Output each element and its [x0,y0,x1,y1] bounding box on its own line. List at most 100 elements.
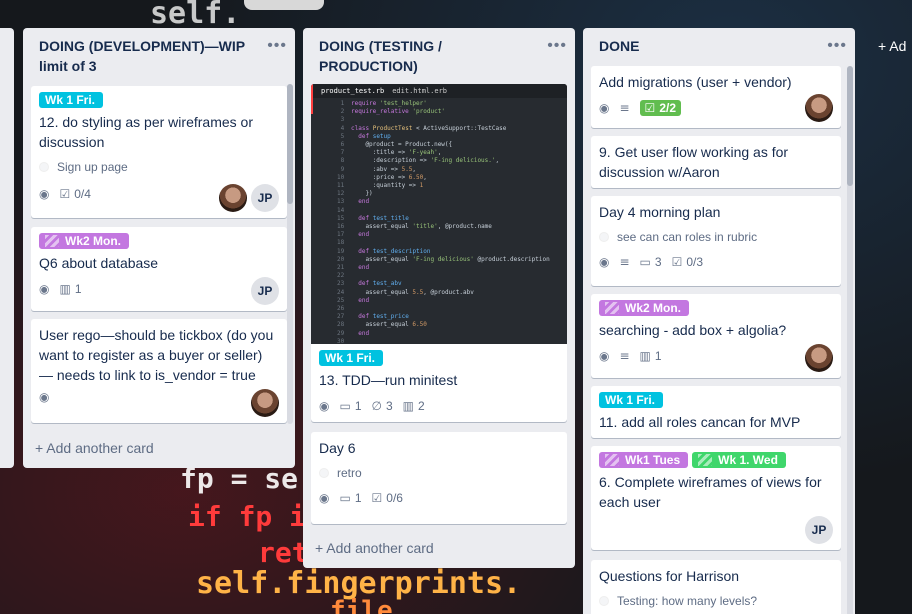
sub-dot-icon [319,468,329,478]
card[interactable]: Wk 1 Fri. 11. add all roles cancan for M… [591,386,841,438]
list-menu-icon[interactable]: ••• [827,36,847,54]
attachment-badge: ∅ 3 [372,399,393,413]
card[interactable]: Wk 1 Fri. 13. TDD—run minitest ◉ ▭ 1 ∅ 3 ▥… [311,344,567,422]
sub-dot-icon [599,596,609,606]
checklist-icon: ☑ [371,491,383,505]
card[interactable]: 9. Get user flow working as for discussi… [591,136,841,188]
list-title[interactable]: DOING (DEVELOPMENT)—WIP limit of 3 [39,36,257,76]
card-subtext: see can can roles in rubric [617,230,758,244]
comment-icon: ▭ [339,491,351,505]
card[interactable]: Day 6 retro ◉ ▭ 1 ☑ 0/6 [311,432,567,524]
label-purple[interactable]: Wk2 Mon. [39,233,129,249]
list-header: DOING (DEVELOPMENT)—WIP limit of 3 ••• [23,28,295,82]
list-menu-icon[interactable]: ••• [547,36,567,54]
card-title: 9. Get user flow working as for discussi… [599,144,789,180]
list-done[interactable]: DONE ••• Add migrations (user + vendor) … [583,28,855,614]
list-title[interactable]: DONE [599,36,817,56]
previous-list-edge[interactable] [0,28,14,468]
checklist-icon: ☑ [671,255,683,269]
watch-badge: ◉ [599,255,609,269]
bg-code-top: self. [150,0,241,31]
description-icon: ≡ [619,349,630,363]
label-cyan[interactable]: Wk 1 Fri. [39,92,104,108]
card-subtext: Sign up page [57,160,128,174]
card[interactable]: Wk1 Tues Wk 1. Wed 6. Complete wireframe… [591,446,841,550]
comment-icon: ▭ [339,399,351,413]
checklist-badge: ☑ 0/6 [372,491,403,505]
card-cover-image[interactable]: product_test.rb edit.html.erb 1 2 3 4 5 … [311,84,567,344]
checklist-count: 0/3 [686,255,704,269]
watch-badge: ◉ [39,282,49,296]
description-badge: ≡ [619,349,629,363]
checklist-count: 0/4 [74,187,91,201]
label-green[interactable]: Wk 1. Wed [692,452,786,468]
card[interactable]: Day 4 morning plan see can can roles in … [591,196,841,286]
code-tab: product_test.rb [321,87,385,95]
add-list-button[interactable]: + Ad [878,38,906,54]
list-menu-icon[interactable]: ••• [267,36,287,54]
eye-icon: ◉ [319,399,330,413]
eye-icon: ◉ [599,255,610,269]
attachment-count: 1 [74,282,82,296]
comment-icon: ▭ [639,255,651,269]
eye-icon: ◉ [599,101,610,115]
scrollbar[interactable] [847,66,853,614]
eye-icon: ◉ [599,349,610,363]
scrollbar-thumb[interactable] [287,84,293,204]
bg-code-2: if fp i [188,500,307,533]
card-title: Q6 about database [39,255,159,271]
cards-count: 1 [654,349,662,363]
add-card-button[interactable]: + Add another card [35,440,154,456]
comment-badge: ▭ 3 [640,255,662,269]
watch-badge: ◉ [39,390,49,404]
eye-icon: ◉ [39,390,50,404]
watch-badge: ◉ [599,349,609,363]
card[interactable]: Questions for Harrison Testing: how many… [591,560,841,614]
attachment-badge: ▥ 1 [59,282,81,296]
avatar-initials[interactable]: JP [805,516,833,544]
avatar[interactable] [219,184,247,212]
card[interactable]: Wk2 Mon. Q6 about database ◉ ▥ 1 JP [31,227,287,311]
add-card-button[interactable]: + Add another card [315,540,434,556]
label-purple[interactable]: Wk2 Mon. [599,300,689,316]
card-subtext: Testing: how many levels? [617,594,758,608]
list-doing-testing[interactable]: DOING (TESTING / PRODUCTION) ••• product… [303,28,575,568]
card-title: Day 6 [319,440,356,456]
checklist-badge-complete: ☑ 2/2 [639,100,681,116]
cards-badge: ▥ 2 [403,399,425,413]
scrollbar[interactable] [287,84,293,424]
avatar[interactable] [251,389,279,417]
description-badge: ≡ [619,255,629,269]
comment-count: 1 [354,399,362,413]
card[interactable]: Add migrations (user + vendor) ◉ ≡ ☑ 2/2 [591,66,841,128]
card[interactable]: Wk 1 Fri. 12. do styling as per wirefram… [31,86,287,218]
avatar-initials[interactable]: JP [251,277,279,305]
checklist-count: 2/2 [659,101,676,115]
bg-code-5: file [330,596,393,614]
attachment-count: 3 [385,399,393,413]
list-doing-development[interactable]: DOING (DEVELOPMENT)—WIP limit of 3 ••• W… [23,28,295,468]
card[interactable]: Wk2 Mon. searching - add box + algolia? … [591,294,841,378]
top-header-fragment [244,0,324,10]
avatar[interactable] [805,344,833,372]
card-title: Day 4 morning plan [599,204,721,220]
card[interactable]: User rego—should be tickbox (do you want… [31,319,287,423]
card-title: searching - add box + algolia? [599,322,787,338]
label-purple[interactable]: Wk1 Tues [599,452,689,468]
avatar[interactable] [805,94,833,122]
label-cyan[interactable]: Wk 1 Fri. [599,392,664,408]
checklist-badge: ☑ 0/3 [672,255,703,269]
scrollbar-thumb[interactable] [847,66,853,186]
list-title[interactable]: DOING (TESTING / PRODUCTION) [319,36,537,76]
label-text: Wk2 Mon. [65,234,121,248]
sub-dot-icon [39,162,49,172]
cards-badge: ▥ 1 [640,349,662,363]
comment-count: 3 [654,255,662,269]
label-cyan[interactable]: Wk 1 Fri. [319,350,384,366]
card-title: 12. do styling as per wireframes or disc… [39,114,253,150]
avatar-initials[interactable]: JP [251,184,279,212]
eye-icon: ◉ [39,187,50,201]
card-icon: ▥ [402,399,414,413]
card-title: 13. TDD—run minitest [319,372,458,388]
label-text: Wk1 Tues [625,453,681,467]
